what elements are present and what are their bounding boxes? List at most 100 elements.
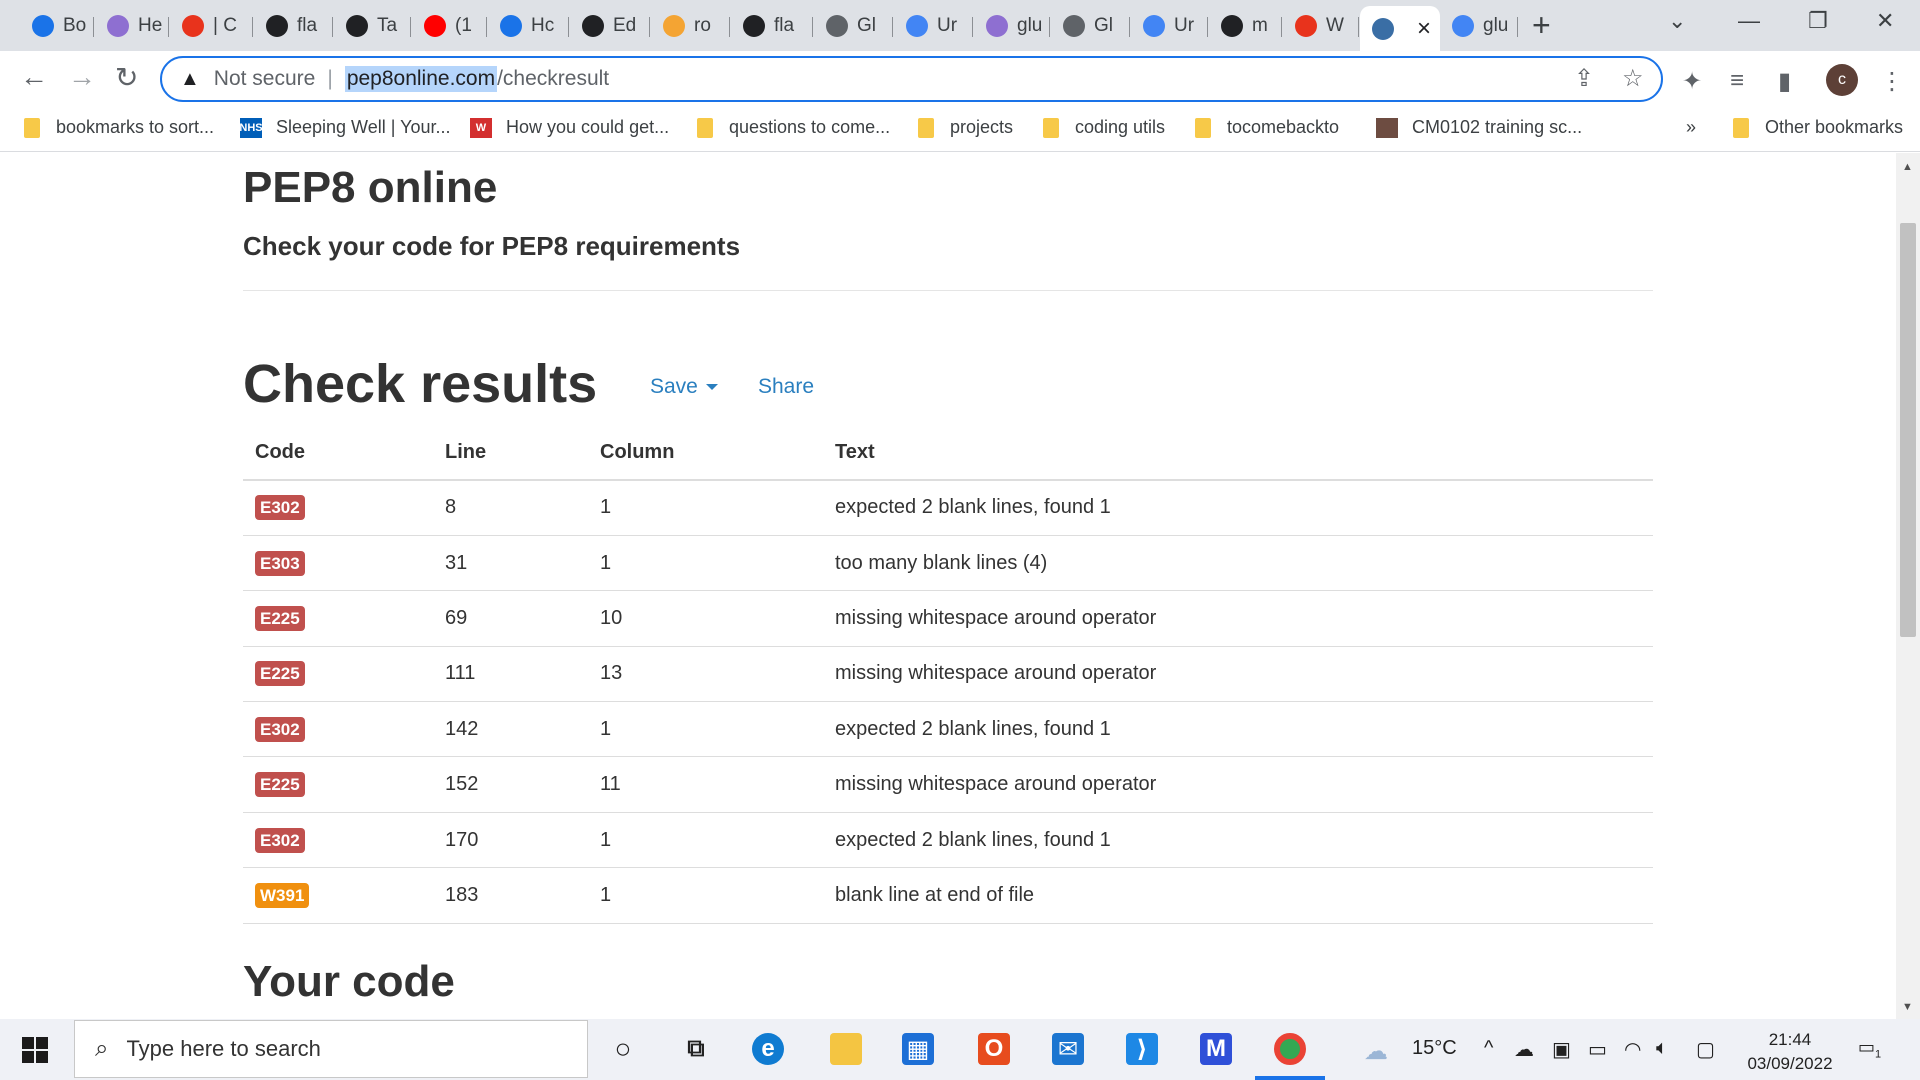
office-icon[interactable]: O bbox=[978, 1033, 1010, 1065]
browser-tab[interactable]: | C bbox=[170, 8, 253, 44]
task-view-icon[interactable]: ⧉ bbox=[680, 1033, 712, 1065]
cloud-weather-icon[interactable]: ☁ bbox=[1364, 1037, 1388, 1066]
bookmarks-overflow-button[interactable]: » bbox=[1686, 117, 1696, 138]
page-scrollbar[interactable]: ▲ ▼ bbox=[1896, 153, 1920, 1019]
tab-separator bbox=[812, 17, 813, 37]
browser-tab[interactable]: Gl bbox=[814, 8, 893, 44]
tab-separator bbox=[1281, 17, 1282, 37]
browser-tab[interactable]: Ur bbox=[1131, 8, 1208, 44]
column-cell: 1 bbox=[588, 701, 823, 758]
column-cell: 1 bbox=[588, 535, 823, 592]
onedrive-icon[interactable]: ☁ bbox=[1514, 1037, 1534, 1062]
back-button[interactable]: ← bbox=[20, 61, 48, 93]
save-dropdown-button[interactable]: Save bbox=[650, 375, 718, 399]
other-bookmarks[interactable]: Other bookmarks bbox=[1733, 117, 1903, 138]
bookmark-item[interactable]: tocomebackto bbox=[1195, 117, 1339, 138]
table-row: E302 8 1 expected 2 blank lines, found 1 bbox=[243, 480, 1653, 536]
browser-tab[interactable]: Gl bbox=[1051, 8, 1130, 44]
bookmark-item[interactable]: NHS Sleeping Well | Your... bbox=[239, 117, 450, 138]
column-cell: 1 bbox=[588, 812, 823, 869]
cortana-icon[interactable]: ○ bbox=[607, 1033, 639, 1065]
mail-icon[interactable]: ✉ bbox=[1052, 1033, 1084, 1065]
browser-tab[interactable]: glu bbox=[1440, 8, 1518, 44]
close-tab-icon[interactable]: × bbox=[1417, 15, 1431, 43]
browser-tab[interactable]: Hc bbox=[488, 8, 569, 44]
bookmark-item[interactable]: questions to come... bbox=[697, 117, 890, 138]
bookmark-star-icon[interactable]: ☆ bbox=[1622, 64, 1644, 93]
browser-tab[interactable]: × bbox=[1360, 6, 1440, 51]
browser-tab[interactable]: Bo bbox=[20, 8, 94, 44]
bookmark-item[interactable]: W How you could get... bbox=[470, 117, 669, 138]
notification-center-icon[interactable]: ▭1 bbox=[1858, 1037, 1881, 1061]
browser-tab[interactable]: Ta bbox=[334, 8, 411, 44]
reading-list-icon[interactable]: ≡ bbox=[1730, 67, 1744, 95]
docs-icon bbox=[906, 15, 928, 37]
google-icon bbox=[1452, 15, 1474, 37]
close-window-button[interactable]: ✕ bbox=[1876, 8, 1894, 34]
taskbar-search-input[interactable]: ⌕ Type here to search bbox=[74, 1020, 588, 1078]
forward-button[interactable]: → bbox=[68, 61, 96, 93]
scrollbar-thumb[interactable] bbox=[1900, 223, 1916, 637]
table-row: E302 170 1 expected 2 blank lines, found 1 bbox=[243, 812, 1653, 869]
folder-icon bbox=[1195, 117, 1211, 138]
tab-label: glu bbox=[1017, 15, 1043, 36]
edge-icon[interactable]: e bbox=[752, 1033, 784, 1065]
github-icon bbox=[1221, 15, 1243, 37]
browser-tab[interactable]: ro bbox=[651, 8, 730, 44]
browser-tab[interactable]: fla bbox=[731, 8, 813, 44]
security-label[interactable]: Not secure bbox=[214, 67, 316, 91]
line-cell: 8 bbox=[433, 480, 588, 536]
active-app-indicator bbox=[1255, 1076, 1325, 1080]
column-cell: 13 bbox=[588, 646, 823, 703]
check-results-heading: Check results bbox=[243, 354, 598, 414]
scroll-up-arrow-icon[interactable]: ▲ bbox=[1902, 161, 1913, 173]
taskbar-clock[interactable]: 21:44 03/09/2022 bbox=[1730, 1028, 1850, 1076]
wifi-icon[interactable]: ◠ bbox=[1624, 1037, 1641, 1062]
bookmark-item[interactable]: CM0102 training sc... bbox=[1376, 117, 1582, 138]
file-explorer-icon[interactable] bbox=[830, 1033, 862, 1065]
scroll-down-arrow-icon[interactable]: ▼ bbox=[1902, 1001, 1913, 1013]
meet-now-icon[interactable]: ▣ bbox=[1552, 1037, 1571, 1062]
bookmark-item[interactable]: projects bbox=[918, 117, 1013, 138]
browser-tab[interactable]: Ur bbox=[894, 8, 973, 44]
reload-button[interactable]: ↻ bbox=[115, 61, 138, 94]
extensions-puzzle-icon[interactable]: ✦ bbox=[1682, 67, 1702, 96]
browser-tab[interactable]: Ed bbox=[570, 8, 650, 44]
error-code-badge: E302 bbox=[255, 495, 305, 521]
language-icon[interactable]: ▢ bbox=[1696, 1037, 1715, 1062]
code-cell: E225 bbox=[243, 590, 433, 647]
browser-tab[interactable]: glu bbox=[974, 8, 1050, 44]
bookmark-item[interactable]: bookmarks to sort... bbox=[24, 117, 214, 138]
tab-separator bbox=[1358, 17, 1359, 37]
code-cell: E303 bbox=[243, 535, 433, 592]
avatar[interactable]: c bbox=[1826, 64, 1858, 96]
restore-button[interactable]: ❐ bbox=[1808, 8, 1828, 34]
address-bar[interactable]: ▲ Not secure | pep8online.com/checkresul… bbox=[160, 56, 1663, 102]
pycharm-icon[interactable]: M bbox=[1200, 1033, 1232, 1065]
browser-tab[interactable]: fla bbox=[254, 8, 333, 44]
volume-icon[interactable]: 🔈︎ bbox=[1656, 1037, 1668, 1060]
weather-temperature[interactable]: 15°C bbox=[1412, 1037, 1457, 1060]
kebab-menu-icon[interactable]: ⋮ bbox=[1880, 67, 1904, 96]
github-icon bbox=[266, 15, 288, 37]
browser-tab[interactable]: (1 bbox=[412, 8, 487, 44]
tab-search-chevron-icon[interactable]: ⌄ bbox=[1668, 8, 1686, 34]
battery-icon[interactable]: ▭ bbox=[1588, 1037, 1607, 1062]
h-icon bbox=[107, 15, 129, 37]
bookmark-item[interactable]: coding utils bbox=[1043, 117, 1165, 138]
minimize-button[interactable]: — bbox=[1738, 8, 1760, 34]
side-panel-icon[interactable]: ▮ bbox=[1778, 67, 1791, 96]
browser-tab[interactable]: He bbox=[95, 8, 169, 44]
browser-tab[interactable]: W bbox=[1283, 8, 1359, 44]
save-label: Save bbox=[650, 375, 698, 398]
tray-chevron-up-icon[interactable]: ^ bbox=[1484, 1037, 1493, 1060]
share-link[interactable]: Share bbox=[758, 375, 814, 399]
microsoft-store-icon[interactable]: ▦ bbox=[902, 1033, 934, 1065]
new-tab-button[interactable]: + bbox=[1532, 8, 1551, 42]
browser-tab[interactable]: m bbox=[1209, 8, 1282, 44]
opera-icon bbox=[1295, 15, 1317, 37]
windows-start-button[interactable] bbox=[22, 1037, 48, 1063]
share-page-icon[interactable]: ⇪ bbox=[1574, 64, 1594, 93]
chrome-icon[interactable] bbox=[1274, 1033, 1306, 1065]
vscode-icon[interactable]: ⟩ bbox=[1126, 1033, 1158, 1065]
